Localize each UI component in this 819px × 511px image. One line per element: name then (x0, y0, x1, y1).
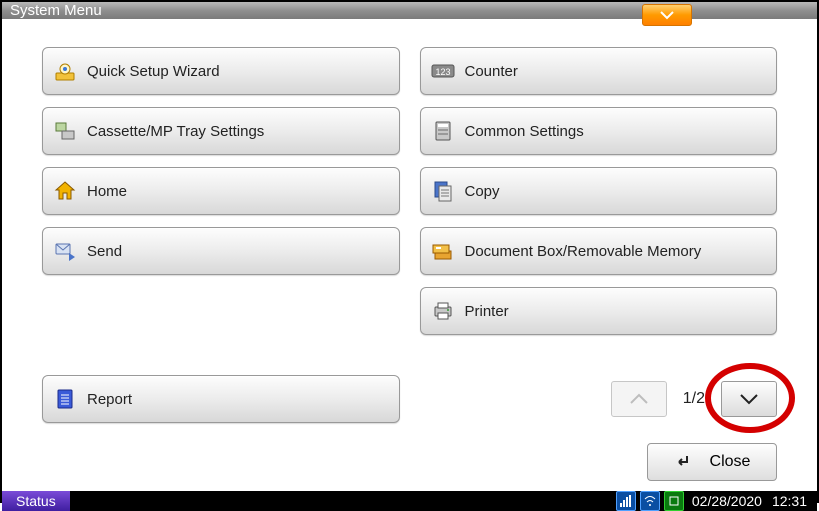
device-icon (431, 119, 455, 143)
menu-label: Printer (465, 303, 509, 320)
fax-icon (664, 491, 684, 511)
status-time: 12:31 (772, 493, 807, 509)
menu-cassette-mp-tray[interactable]: Cassette/MP Tray Settings (42, 107, 400, 155)
page-indicator: 1/2 (683, 390, 705, 408)
page-down-button[interactable] (721, 381, 777, 417)
menu-label: Counter (465, 63, 518, 80)
menu-label: Cassette/MP Tray Settings (87, 123, 264, 140)
page-up-button (611, 381, 667, 417)
svg-text:123: 123 (435, 67, 450, 77)
chevron-up-icon (628, 392, 650, 406)
document-box-icon (431, 239, 455, 263)
close-label: Close (710, 453, 751, 471)
return-icon (674, 453, 692, 471)
menu-label: Copy (465, 183, 500, 200)
menu-content: Quick Setup Wizard 123 Counter Casse (2, 19, 817, 491)
menu-send[interactable]: Send (42, 227, 400, 275)
status-bar: Status 02/28/2020 12:31 (2, 491, 817, 511)
counter-icon: 123 (431, 59, 455, 83)
home-icon (53, 179, 77, 203)
status-label[interactable]: Status (2, 491, 70, 511)
title-bar: System Menu (2, 2, 817, 19)
menu-label: Send (87, 243, 122, 260)
close-button[interactable]: Close (647, 443, 777, 481)
menu-label: Document Box/Removable Memory (465, 243, 702, 260)
status-date: 02/28/2020 (692, 493, 762, 509)
send-icon (53, 239, 77, 263)
copy-icon (431, 179, 455, 203)
menu-label: Report (87, 391, 132, 408)
chevron-down-icon (738, 392, 760, 406)
signal-icon (616, 491, 636, 511)
menu-label: Home (87, 183, 127, 200)
menu-document-box[interactable]: Document Box/Removable Memory (420, 227, 778, 275)
menu-counter[interactable]: 123 Counter (420, 47, 778, 95)
menu-copy[interactable]: Copy (420, 167, 778, 215)
wifi-icon (640, 491, 660, 511)
printer-icon (431, 299, 455, 323)
status-icons (616, 491, 684, 511)
tray-icon (53, 119, 77, 143)
menu-printer[interactable]: Printer (420, 287, 778, 335)
menu-label: Quick Setup Wizard (87, 63, 220, 80)
menu-common-settings[interactable]: Common Settings (420, 107, 778, 155)
wizard-icon (53, 59, 77, 83)
menu-report[interactable]: Report (42, 375, 400, 423)
window-title: System Menu (10, 2, 102, 19)
menu-label: Common Settings (465, 123, 584, 140)
menu-quick-setup-wizard[interactable]: Quick Setup Wizard (42, 47, 400, 95)
menu-home[interactable]: Home (42, 167, 400, 215)
report-icon (53, 387, 77, 411)
